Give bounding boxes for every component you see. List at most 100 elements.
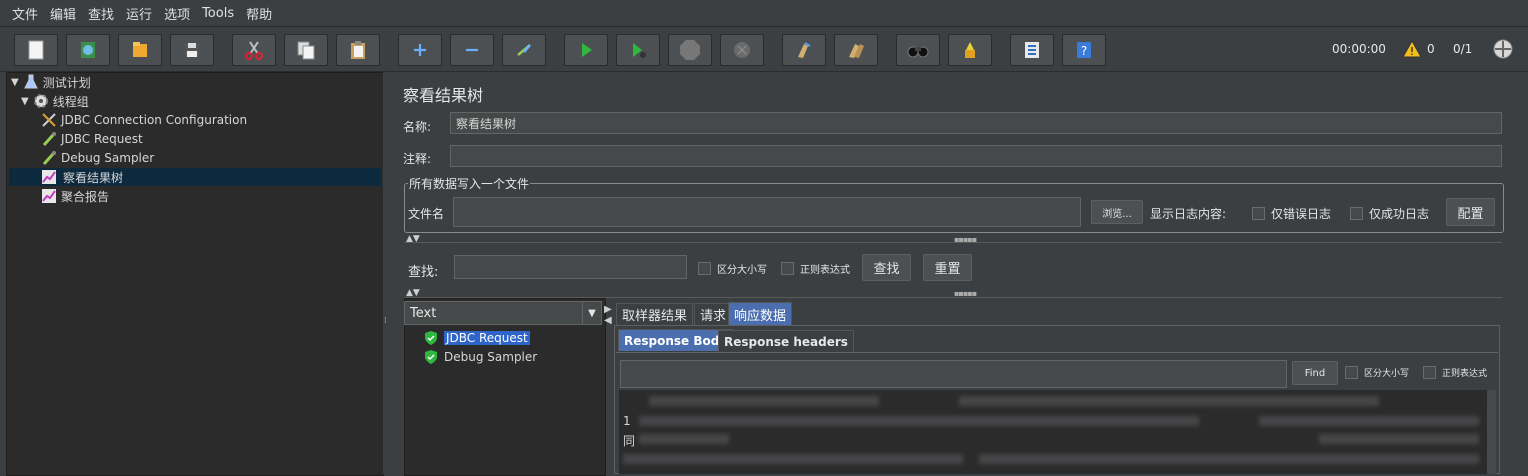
pipette-icon bbox=[41, 150, 57, 166]
templates-icon bbox=[81, 42, 95, 58]
success-only-checkbox[interactable]: 仅成功日志 bbox=[1350, 205, 1429, 222]
menu-search[interactable]: 查找 bbox=[82, 4, 120, 23]
clear-button[interactable] bbox=[782, 34, 826, 66]
menu-options[interactable]: 选项 bbox=[158, 4, 196, 23]
find-button[interactable]: 查找 bbox=[862, 254, 911, 281]
result-item-debug-sampler[interactable]: Debug Sampler bbox=[424, 348, 537, 366]
help-button[interactable]: ? bbox=[1062, 34, 1106, 66]
case-sensitive-label: 区分大小写 bbox=[717, 265, 767, 276]
clear-all-button[interactable] bbox=[834, 34, 878, 66]
menu-run[interactable]: 运行 bbox=[120, 4, 158, 23]
name-field[interactable]: 察看结果树 bbox=[450, 112, 1502, 134]
divider bbox=[616, 352, 1498, 353]
checkbox-box[interactable] bbox=[1423, 366, 1436, 379]
tab-response-headers[interactable]: Response headers bbox=[718, 330, 854, 352]
function-helper-button[interactable] bbox=[1010, 34, 1054, 66]
checkbox-box[interactable] bbox=[1252, 207, 1265, 220]
open-button[interactable] bbox=[118, 34, 162, 66]
chart-icon bbox=[41, 188, 57, 204]
start-button[interactable] bbox=[564, 34, 608, 66]
search-button[interactable] bbox=[896, 34, 940, 66]
tab-sampler-result[interactable]: 取样器结果 bbox=[616, 303, 694, 325]
start-no-pauses-button[interactable] bbox=[616, 34, 660, 66]
divider bbox=[404, 242, 1502, 243]
tab-response-body[interactable]: Response Body bbox=[618, 329, 734, 351]
clear-icon bbox=[798, 42, 811, 58]
copy-icon bbox=[297, 41, 315, 60]
checkbox-box[interactable] bbox=[698, 262, 711, 275]
gear-icon bbox=[33, 93, 49, 109]
remote-status[interactable] bbox=[1492, 27, 1514, 71]
reset-button[interactable]: 重置 bbox=[923, 254, 972, 281]
tree-node-aggregate-report[interactable]: 聚合报告 bbox=[41, 187, 109, 205]
save-button[interactable] bbox=[170, 34, 214, 66]
collapse-all-button[interactable] bbox=[450, 34, 494, 66]
new-button[interactable] bbox=[14, 34, 58, 66]
warning-indicator[interactable]: ! 0 bbox=[1402, 27, 1435, 71]
comment-field[interactable] bbox=[450, 145, 1502, 167]
tree-node-view-results-tree[interactable]: 察看结果树 bbox=[9, 168, 381, 186]
toggle-button[interactable] bbox=[502, 34, 546, 66]
chevron-down-icon[interactable]: ▼ bbox=[582, 302, 601, 324]
success-shield-icon bbox=[425, 350, 437, 364]
expand-icon bbox=[414, 44, 426, 56]
errors-only-label: 仅错误日志 bbox=[1271, 207, 1332, 221]
expand-arrow-icon[interactable]: ▼ bbox=[21, 96, 29, 107]
errors-only-checkbox[interactable]: 仅错误日志 bbox=[1252, 205, 1331, 222]
tree-node-thread-group[interactable]: ▼ 线程组 bbox=[21, 92, 89, 110]
splitter-grip-icon: ⁞ bbox=[384, 316, 387, 326]
expand-all-button[interactable] bbox=[398, 34, 442, 66]
paste-button[interactable] bbox=[336, 34, 380, 66]
tree-node-debug-sampler[interactable]: Debug Sampler bbox=[41, 149, 154, 167]
response-regex-checkbox[interactable]: 正则表达式 bbox=[1423, 366, 1487, 379]
test-plan-tree: ▼ 测试计划 ▼ 线程组 JDBC Connection Configurati… bbox=[6, 72, 384, 476]
expand-arrow-icon[interactable]: ▼ bbox=[11, 77, 19, 88]
warning-icon: ! bbox=[1402, 40, 1422, 58]
chevron-right-icon[interactable]: ▶ ◀ bbox=[604, 304, 612, 326]
globe-icon bbox=[1493, 39, 1513, 59]
search-input[interactable] bbox=[454, 255, 687, 279]
response-case-checkbox[interactable]: 区分大小写 bbox=[1345, 366, 1409, 379]
shutdown-button[interactable] bbox=[720, 34, 764, 66]
checkbox-box[interactable] bbox=[781, 262, 794, 275]
menu-tools[interactable]: Tools bbox=[196, 6, 240, 21]
menu-edit[interactable]: 编辑 bbox=[44, 4, 82, 23]
response-scrollbar[interactable] bbox=[1487, 390, 1496, 474]
flask-icon bbox=[23, 74, 39, 90]
response-body-text[interactable]: 1 同 bbox=[619, 390, 1489, 474]
templates-button[interactable] bbox=[66, 34, 110, 66]
tree-label: JDBC Request bbox=[61, 132, 143, 146]
result-item-label: Debug Sampler bbox=[444, 350, 538, 364]
tree-node-jdbc-request[interactable]: JDBC Request bbox=[41, 130, 143, 148]
menu-help[interactable]: 帮助 bbox=[240, 4, 278, 23]
pane-splitter[interactable]: ⁞ bbox=[383, 72, 391, 474]
copy-button[interactable] bbox=[284, 34, 328, 66]
result-item-label: JDBC Request bbox=[444, 331, 530, 345]
regex-checkbox[interactable]: 正则表达式 bbox=[781, 261, 850, 276]
tree-node-test-plan[interactable]: ▼ 测试计划 bbox=[11, 73, 91, 91]
body-line-char: 1 bbox=[623, 414, 631, 428]
configure-button[interactable]: 配置 bbox=[1446, 198, 1495, 226]
group-title: 所有数据写入一个文件 bbox=[408, 175, 531, 192]
checkbox-box[interactable] bbox=[1350, 207, 1363, 220]
tab-response-data[interactable]: 响应数据 bbox=[728, 302, 793, 325]
comment-label: 注释: bbox=[403, 152, 432, 166]
renderer-select[interactable]: Text ▼ bbox=[404, 301, 602, 325]
menu-file[interactable]: 文件 bbox=[6, 4, 44, 23]
browse-button[interactable]: 浏览... bbox=[1091, 200, 1143, 224]
search-label: 查找: bbox=[408, 265, 439, 280]
reset-search-button[interactable] bbox=[948, 34, 992, 66]
renderer-value: Text bbox=[410, 305, 437, 321]
checkbox-box[interactable] bbox=[1345, 366, 1358, 379]
tab-request[interactable]: 请求 bbox=[694, 303, 733, 325]
stop-button[interactable] bbox=[668, 34, 712, 66]
cut-button[interactable] bbox=[232, 34, 276, 66]
case-sensitive-checkbox[interactable]: 区分大小写 bbox=[698, 261, 767, 276]
body-line-char: 同 bbox=[623, 434, 636, 448]
result-item-jdbc-request[interactable]: JDBC Request bbox=[424, 329, 530, 347]
collapse-icon bbox=[466, 48, 478, 52]
response-find-input[interactable] bbox=[620, 360, 1287, 388]
response-find-button[interactable]: Find bbox=[1292, 361, 1338, 385]
filename-field[interactable] bbox=[453, 197, 1081, 227]
tree-node-jdbc-config[interactable]: JDBC Connection Configuration bbox=[41, 111, 247, 129]
